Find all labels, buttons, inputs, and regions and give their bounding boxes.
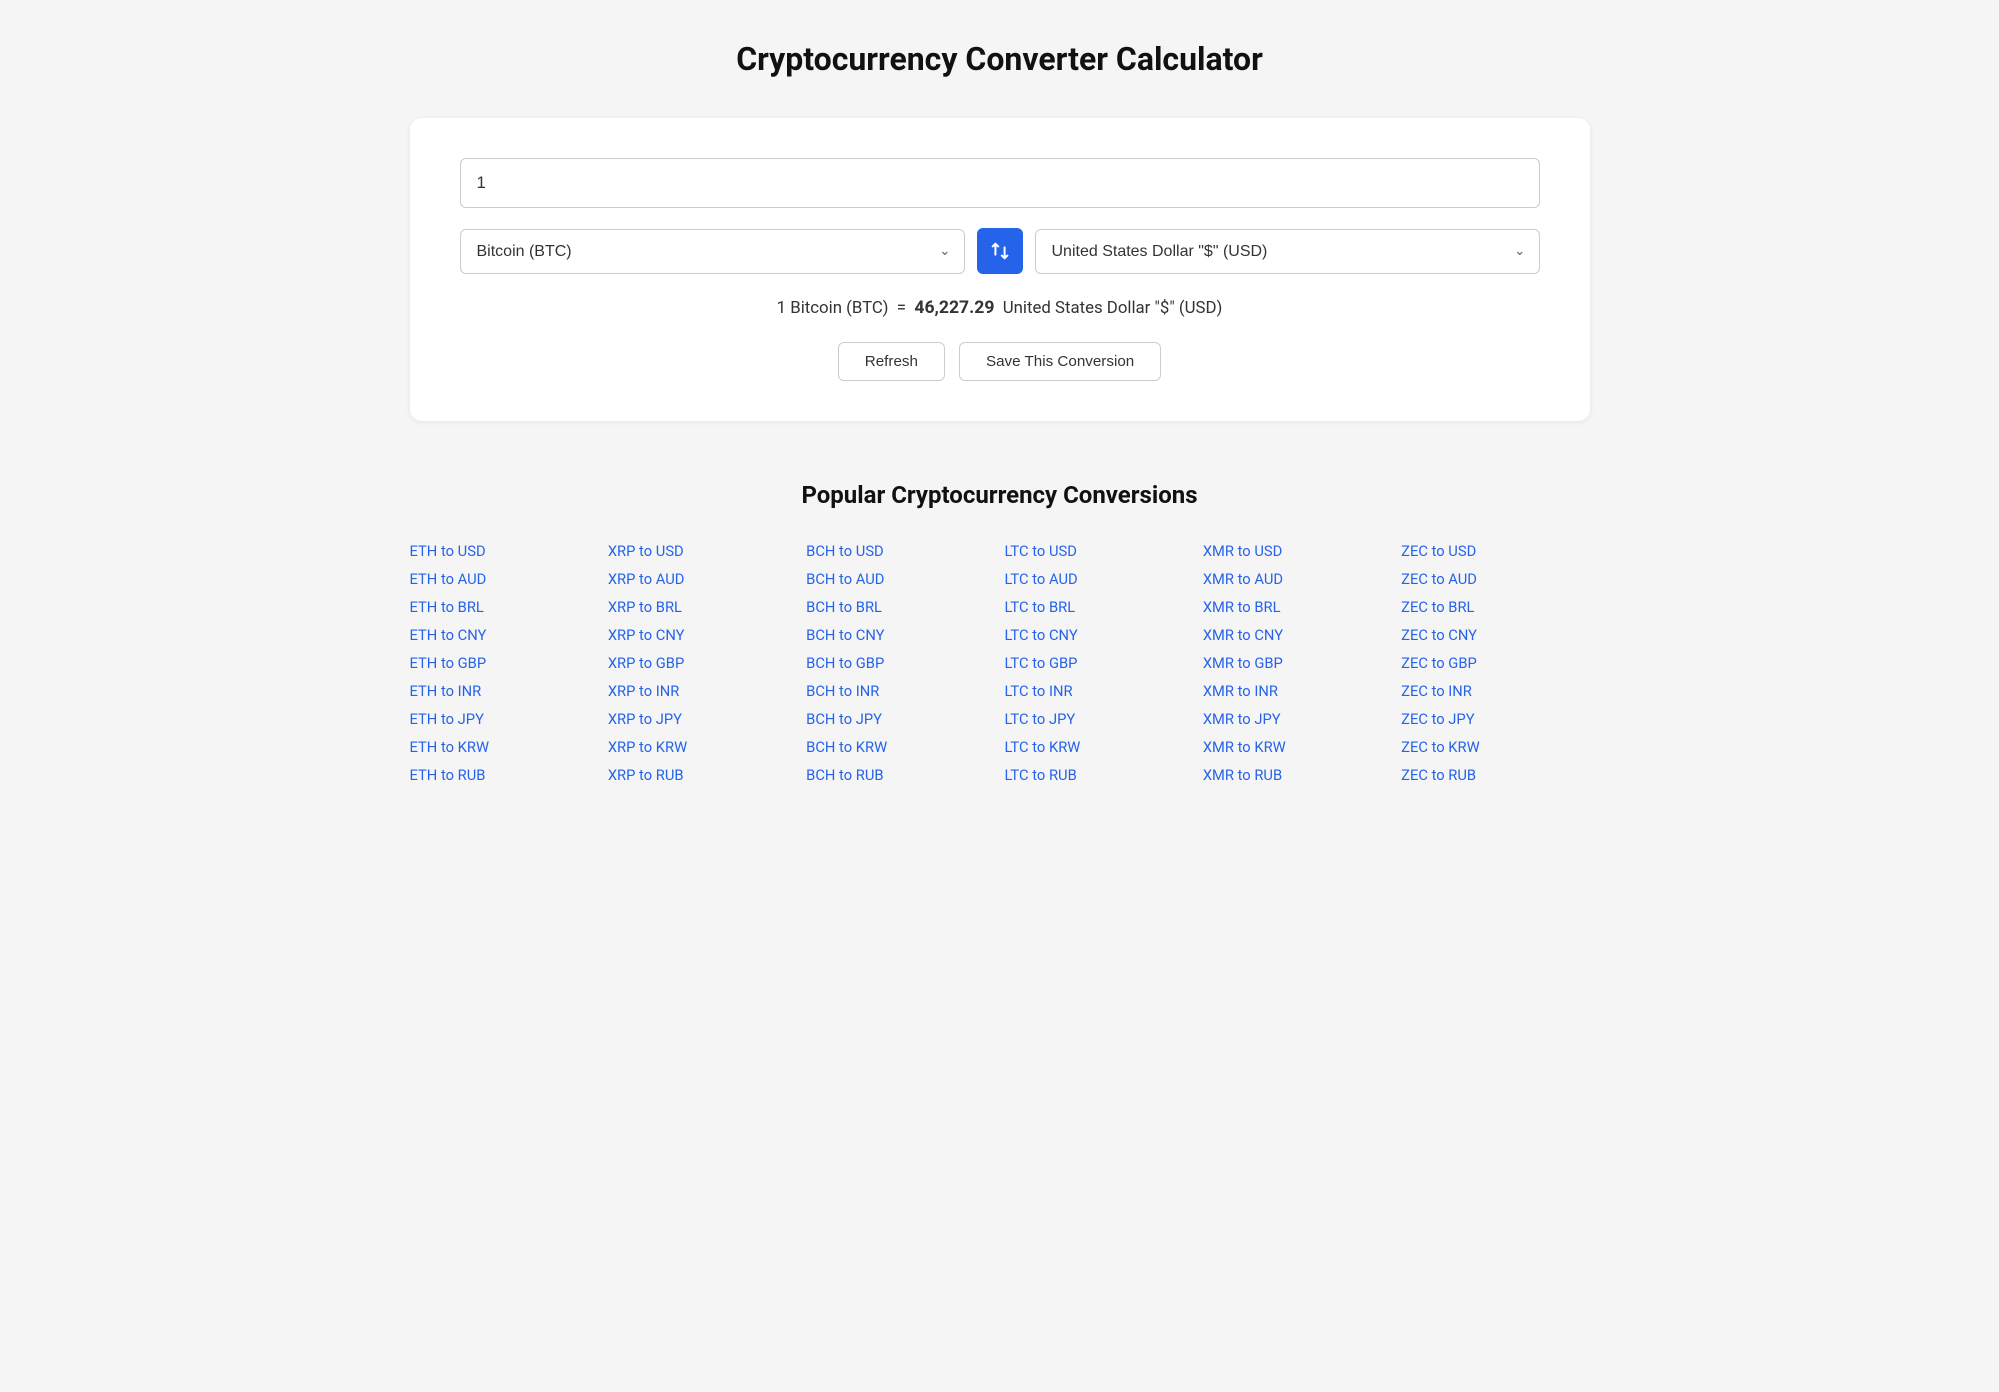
- conversion-link[interactable]: ZEC to CNY: [1401, 623, 1589, 647]
- conversion-link[interactable]: ZEC to USD: [1401, 539, 1589, 563]
- conversion-link[interactable]: XMR to BRL: [1203, 595, 1391, 619]
- conversion-link[interactable]: XRP to CNY: [608, 623, 796, 647]
- conversion-link[interactable]: ETH to JPY: [410, 707, 598, 731]
- conversion-link[interactable]: LTC to CNY: [1004, 623, 1192, 647]
- conversion-column-ltc: LTC to USD LTC to AUD LTC to BRL LTC to CNY…: [1004, 539, 1192, 787]
- result-value: 46,227.29: [914, 298, 994, 318]
- conversion-link[interactable]: BCH to CNY: [806, 623, 994, 647]
- conversion-link[interactable]: BCH to JPY: [806, 707, 994, 731]
- conversion-link[interactable]: BCH to BRL: [806, 595, 994, 619]
- conversion-link[interactable]: BCH to RUB: [806, 763, 994, 787]
- conversion-link[interactable]: LTC to USD: [1004, 539, 1192, 563]
- conversions-grid: ETH to USD ETH to AUD ETH to BRL ETH to CNY…: [410, 539, 1590, 787]
- conversion-link[interactable]: ZEC to RUB: [1401, 763, 1589, 787]
- swap-icon: [989, 240, 1011, 262]
- conversion-column-xrp: XRP to USD XRP to AUD XRP to BRL XRP to CNY…: [608, 539, 796, 787]
- conversion-link[interactable]: XMR to RUB: [1203, 763, 1391, 787]
- page-title: Cryptocurrency Converter Calculator: [410, 40, 1590, 78]
- conversion-link[interactable]: ETH to KRW: [410, 735, 598, 759]
- conversion-column-bch: BCH to USD BCH to AUD BCH to BRL BCH to CNY…: [806, 539, 994, 787]
- conversion-link[interactable]: XRP to INR: [608, 679, 796, 703]
- conversion-link[interactable]: BCH to INR: [806, 679, 994, 703]
- amount-input[interactable]: [460, 158, 1540, 208]
- result-equals: =: [897, 298, 906, 318]
- conversion-column-zec: ZEC to USD ZEC to AUD ZEC to BRL ZEC to CNY…: [1401, 539, 1589, 787]
- conversion-column-eth: ETH to USD ETH to AUD ETH to BRL ETH to CNY…: [410, 539, 598, 787]
- conversion-link[interactable]: LTC to KRW: [1004, 735, 1192, 759]
- conversion-link[interactable]: ETH to RUB: [410, 763, 598, 787]
- conversion-link[interactable]: BCH to USD: [806, 539, 994, 563]
- swap-button[interactable]: [977, 228, 1023, 274]
- conversion-link[interactable]: XRP to KRW: [608, 735, 796, 759]
- conversion-link[interactable]: XRP to GBP: [608, 651, 796, 675]
- conversion-link[interactable]: BCH to GBP: [806, 651, 994, 675]
- conversion-link[interactable]: ZEC to BRL: [1401, 595, 1589, 619]
- conversion-link[interactable]: LTC to INR: [1004, 679, 1192, 703]
- conversion-link[interactable]: XMR to JPY: [1203, 707, 1391, 731]
- result-prefix: 1 Bitcoin (BTC): [777, 298, 889, 318]
- conversion-link[interactable]: XRP to USD: [608, 539, 796, 563]
- conversion-link[interactable]: BCH to AUD: [806, 567, 994, 591]
- conversion-link[interactable]: ETH to INR: [410, 679, 598, 703]
- selectors-row: Bitcoin (BTC) ⌄ United States Dollar "$"…: [460, 228, 1540, 274]
- conversion-link[interactable]: XMR to INR: [1203, 679, 1391, 703]
- conversion-link[interactable]: XMR to KRW: [1203, 735, 1391, 759]
- converter-card: Bitcoin (BTC) ⌄ United States Dollar "$"…: [410, 118, 1590, 421]
- popular-section: Popular Cryptocurrency Conversions ETH t…: [410, 481, 1590, 787]
- conversion-link[interactable]: ZEC to JPY: [1401, 707, 1589, 731]
- result-suffix: United States Dollar "$" (USD): [1003, 298, 1223, 318]
- conversion-link[interactable]: ETH to CNY: [410, 623, 598, 647]
- result-row: 1 Bitcoin (BTC) = 46,227.29 United State…: [460, 298, 1540, 318]
- conversion-link[interactable]: XMR to AUD: [1203, 567, 1391, 591]
- conversion-column-xmr: XMR to USD XMR to AUD XMR to BRL XMR to CNY…: [1203, 539, 1391, 787]
- conversion-link[interactable]: ETH to BRL: [410, 595, 598, 619]
- conversion-link[interactable]: XRP to RUB: [608, 763, 796, 787]
- save-conversion-button[interactable]: Save This Conversion: [959, 342, 1161, 381]
- conversion-link[interactable]: ETH to GBP: [410, 651, 598, 675]
- conversion-link[interactable]: XRP to JPY: [608, 707, 796, 731]
- to-currency-select[interactable]: United States Dollar "$" (USD): [1035, 229, 1540, 274]
- from-currency-wrapper: Bitcoin (BTC) ⌄: [460, 229, 965, 274]
- actions-row: Refresh Save This Conversion: [460, 342, 1540, 381]
- conversion-link[interactable]: XMR to CNY: [1203, 623, 1391, 647]
- conversion-link[interactable]: LTC to AUD: [1004, 567, 1192, 591]
- conversion-link[interactable]: ETH to AUD: [410, 567, 598, 591]
- conversion-link[interactable]: ETH to USD: [410, 539, 598, 563]
- conversion-link[interactable]: LTC to RUB: [1004, 763, 1192, 787]
- conversion-link[interactable]: BCH to KRW: [806, 735, 994, 759]
- conversion-link[interactable]: ZEC to GBP: [1401, 651, 1589, 675]
- popular-title: Popular Cryptocurrency Conversions: [410, 481, 1590, 509]
- conversion-link[interactable]: XMR to GBP: [1203, 651, 1391, 675]
- refresh-button[interactable]: Refresh: [838, 342, 945, 381]
- conversion-link[interactable]: ZEC to KRW: [1401, 735, 1589, 759]
- conversion-link[interactable]: XMR to USD: [1203, 539, 1391, 563]
- conversion-link[interactable]: LTC to BRL: [1004, 595, 1192, 619]
- conversion-link[interactable]: LTC to GBP: [1004, 651, 1192, 675]
- conversion-link[interactable]: ZEC to INR: [1401, 679, 1589, 703]
- conversion-link[interactable]: ZEC to AUD: [1401, 567, 1589, 591]
- conversion-link[interactable]: XRP to BRL: [608, 595, 796, 619]
- conversion-link[interactable]: XRP to AUD: [608, 567, 796, 591]
- from-currency-select[interactable]: Bitcoin (BTC): [460, 229, 965, 274]
- conversion-link[interactable]: LTC to JPY: [1004, 707, 1192, 731]
- to-currency-wrapper: United States Dollar "$" (USD) ⌄: [1035, 229, 1540, 274]
